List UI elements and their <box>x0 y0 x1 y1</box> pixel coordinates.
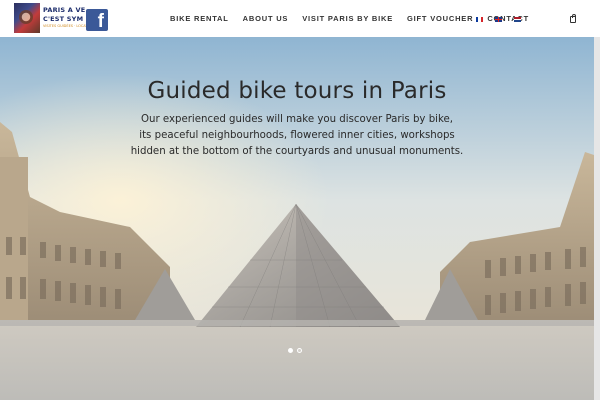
flag-fr-icon[interactable] <box>476 17 483 22</box>
hero-text-line: hidden at the bottom of the courtyards a… <box>130 146 464 157</box>
slider-pagination <box>288 348 302 353</box>
nav-gift-voucher[interactable]: GIFT VOUCHER <box>407 14 473 23</box>
logo-title-line2: C'EST SYM <box>43 15 84 23</box>
nav-about-us[interactable]: ABOUT US <box>243 14 289 23</box>
language-switcher <box>476 17 521 23</box>
nav-bike-rental[interactable]: BIKE RENTAL <box>170 14 229 23</box>
slider-dot-2[interactable] <box>297 348 302 353</box>
nav-visit-paris-by-bike[interactable]: VISIT PARIS BY BIKE <box>302 14 393 23</box>
site-logo[interactable]: PARIS A VE C'EST SYM VISITES GUIDÉES · L… <box>14 3 108 33</box>
hero-title: Guided bike tours in Paris <box>147 78 447 104</box>
hero-text-line: its peaceful neighbourhoods, flowered in… <box>139 130 455 141</box>
hero-description: Our experienced guides will make you dis… <box>0 112 594 160</box>
facebook-icon[interactable]: f <box>86 9 108 32</box>
flag-en-icon[interactable] <box>495 17 502 22</box>
shopping-bag-icon[interactable] <box>570 13 576 23</box>
hero-text-line: Our experienced guides will make you dis… <box>140 114 454 125</box>
site-header: PARIS A VE C'EST SYM VISITES GUIDÉES · L… <box>0 0 600 37</box>
logo-title-line1: PARIS A VE <box>43 6 86 14</box>
flag-nl-icon[interactable] <box>514 17 521 23</box>
logo-photo <box>14 3 40 33</box>
slider-dot-1[interactable] <box>288 348 293 353</box>
page-scrollbar[interactable] <box>594 37 600 400</box>
